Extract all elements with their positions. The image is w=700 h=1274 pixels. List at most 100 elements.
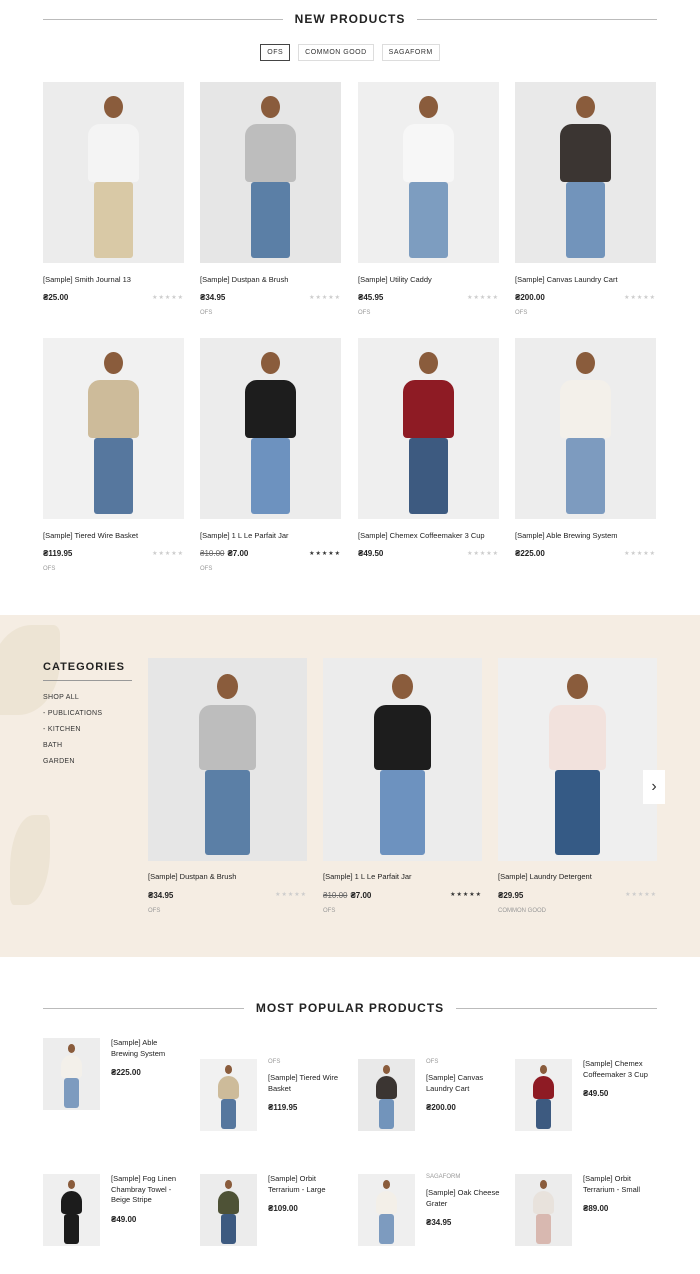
popular-product-card[interactable]: [Sample] Chemex Coffeemaker 3 Cup ₴49.50 [515,1059,657,1131]
product-image[interactable] [515,338,656,519]
model-head [224,1064,233,1074]
product-name[interactable]: [Sample] Chemex Coffeemaker 3 Cup [583,1059,657,1080]
rating-stars: ★★★★★ [467,551,499,557]
category-link[interactable]: BATH [43,742,62,749]
product-card[interactable]: [Sample] Dustpan & Brush ₴34.95 ★★★★★ OFS [200,82,341,316]
rating-stars: ★★★★★ [275,892,307,898]
product-card[interactable]: [Sample] Smith Journal 13 ₴25.00 ★★★★★ [43,82,184,310]
product-image[interactable] [200,338,341,519]
categories-title: CATEGORIES [43,661,125,673]
carousel-product-card[interactable]: [Sample] Laundry Detergent ₴29.95 ★★★★★ COM… [498,658,657,914]
product-image[interactable] [498,658,657,861]
product-name[interactable]: [Sample] 1 L Le Parfait Jar [323,872,482,881]
rating-stars: ★★★★★ [625,892,657,898]
product-price: ₴225.00 [111,1068,141,1077]
product-name[interactable]: [Sample] Laundry Detergent [498,872,657,881]
model-top [88,379,139,438]
product-brand: OFS [323,908,336,914]
model-legs [220,1098,237,1129]
product-image[interactable] [515,82,656,263]
product-card[interactable]: [Sample] Utility Caddy ₴45.95 ★★★★★ OFS [358,82,499,316]
current-price: ₴34.95 [200,293,226,302]
model-top [403,123,454,182]
product-thumbnail[interactable] [200,1174,257,1246]
old-price: ₴10.00 [200,549,225,558]
category-link[interactable]: - KITCHEN [43,726,81,733]
product-name[interactable]: [Sample] Oak Cheese Grater [426,1188,500,1209]
tab-ofs[interactable]: OFS [260,44,291,61]
new-products-heading: NEW PRODUCTS [43,12,658,26]
product-image[interactable] [358,338,499,519]
product-thumbnail[interactable] [43,1174,100,1246]
product-image[interactable] [358,82,499,263]
product-name[interactable]: [Sample] Chemex Coffeemaker 3 Cup [358,531,499,540]
product-brand: OFS [515,310,528,316]
product-info: [Sample] Able Brewing System ₴225.00 [111,1038,185,1110]
model-top [88,123,139,182]
model-head [261,352,280,375]
product-thumbnail[interactable] [43,1038,100,1110]
product-name[interactable]: [Sample] Orbit Terrarium - Large [268,1174,342,1195]
product-name[interactable]: [Sample] Tiered Wire Basket [43,531,184,540]
carousel-product-card[interactable]: [Sample] Dustpan & Brush ₴34.95 ★★★★★ OFS [148,658,307,914]
category-link[interactable]: GARDEN [43,758,75,765]
model-head [567,674,588,700]
old-price: ₴10.00 [323,891,348,900]
product-thumbnail[interactable] [515,1174,572,1246]
current-price: ₴49.50 [358,549,384,558]
product-name[interactable]: [Sample] Smith Journal 13 [43,275,184,284]
product-name[interactable]: [Sample] Able Brewing System [515,531,656,540]
popular-product-card[interactable]: OFS [Sample] Canvas Laundry Cart ₴200.00 [358,1059,500,1131]
popular-product-card[interactable]: [Sample] Able Brewing System ₴225.00 [43,1038,185,1110]
product-thumbnail[interactable] [515,1059,572,1131]
product-card[interactable]: [Sample] Chemex Coffeemaker 3 Cup ₴49.50 ★… [358,338,499,566]
model-legs [250,181,291,258]
category-link[interactable]: - PUBLICATIONS [43,710,102,717]
product-image[interactable] [200,82,341,263]
model-legs [220,1213,237,1244]
popular-product-card[interactable]: [Sample] Orbit Terrarium - Large ₴109.00 [200,1174,342,1246]
tab-sagaform[interactable]: SAGAFORM [381,44,440,61]
product-name[interactable]: [Sample] Tiered Wire Basket [268,1073,342,1094]
category-link[interactable]: SHOP ALL [43,694,79,701]
product-image[interactable] [43,82,184,263]
product-image[interactable] [323,658,482,861]
rating-stars: ★★★★★ [467,295,499,301]
model-legs [205,769,250,855]
leaf-decoration [10,815,50,905]
carousel-next-button[interactable]: › [643,770,665,804]
product-image[interactable] [148,658,307,861]
product-name[interactable]: [Sample] Utility Caddy [358,275,499,284]
brand-tabs: OFS COMMON GOOD SAGAFORM [0,44,700,61]
popular-product-card[interactable]: Sagaform [Sample] Oak Cheese Grater ₴34.95 [358,1174,500,1246]
popular-product-card[interactable]: [Sample] Fog Linen Chambray Towel - Beig… [43,1174,185,1246]
model-top [560,379,611,438]
product-name[interactable]: [Sample] Canvas Laundry Cart [515,275,656,284]
carousel-product-card[interactable]: [Sample] 1 L Le Parfait Jar ₴10.00 ₴7.00 ★★… [323,658,482,914]
product-image[interactable] [43,338,184,519]
product-name[interactable]: [Sample] Dustpan & Brush [148,872,307,881]
product-name[interactable]: [Sample] Canvas Laundry Cart [426,1073,500,1094]
product-thumbnail[interactable] [358,1174,415,1246]
tab-common-good[interactable]: COMMON GOOD [298,44,374,61]
product-name[interactable]: [Sample] Fog Linen Chambray Towel - Beig… [111,1174,185,1206]
product-price: ₴49.00 [111,1214,137,1224]
product-thumbnail[interactable] [358,1059,415,1131]
product-thumbnail[interactable] [200,1059,257,1131]
product-card[interactable]: [Sample] Tiered Wire Basket ₴119.95 ★★★★★ O… [43,338,184,572]
model-head [67,1179,76,1189]
product-card[interactable]: [Sample] 1 L Le Parfait Jar ₴10.00 ₴7.00 ★★… [200,338,341,572]
popular-product-card[interactable]: [Sample] Orbit Terrarium - Small ₴89.00 [515,1174,657,1246]
product-name[interactable]: [Sample] 1 L Le Parfait Jar [200,531,341,540]
model-legs [408,181,449,258]
product-brand: OFS [268,1059,281,1065]
product-name[interactable]: [Sample] Orbit Terrarium - Small [583,1174,657,1195]
product-card[interactable]: [Sample] Able Brewing System ₴225.00 ★★★★★ [515,338,656,566]
product-name[interactable]: [Sample] Able Brewing System [111,1038,185,1059]
model-head [104,352,123,375]
product-price: ₴34.95 [148,891,173,900]
product-brand: OFS [200,310,213,316]
product-name[interactable]: [Sample] Dustpan & Brush [200,275,341,284]
popular-product-card[interactable]: OFS [Sample] Tiered Wire Basket ₴119.95 [200,1059,342,1131]
product-card[interactable]: [Sample] Canvas Laundry Cart ₴200.00 ★★★★★… [515,82,656,316]
